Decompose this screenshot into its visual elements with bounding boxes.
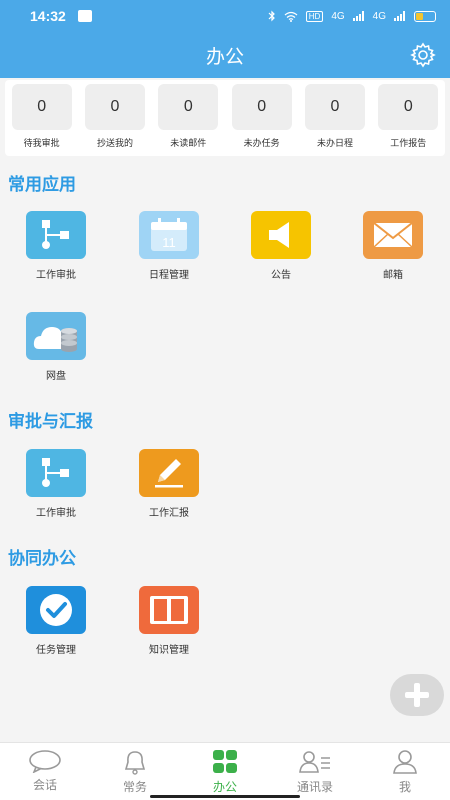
counter-value: 0 <box>231 84 292 130</box>
plus-icon <box>405 683 429 707</box>
app-announcement[interactable]: 公告 <box>236 211 326 281</box>
status-time: 14:32 <box>30 8 66 24</box>
app-notification-icon <box>77 10 92 22</box>
battery-fill <box>416 12 424 20</box>
app-label: 公告 <box>271 270 291 281</box>
check-icon <box>40 594 72 626</box>
app-schedule[interactable]: 11 日程管理 <box>124 211 214 281</box>
tab-affairs[interactable]: 常务 <box>90 743 180 800</box>
app-work-approval[interactable]: 工作审批 <box>11 211 101 281</box>
bluetooth-icon <box>268 10 275 22</box>
app-knowledge-management[interactable]: 知识管理 <box>124 586 214 656</box>
counter-value: 0 <box>158 84 219 130</box>
counter-panel: 0 待我审批 0 抄送我的 0 未读邮件 0 未办任务 0 未办日程 0 工作报告 <box>5 80 445 156</box>
tab-label: 常务 <box>122 780 147 794</box>
app-mailbox[interactable]: 邮箱 <box>348 211 438 281</box>
counter-label: 未办任务 <box>243 138 280 148</box>
signal-b-label: 4G <box>372 10 386 22</box>
app-label: 任务管理 <box>36 645 76 656</box>
app-work-approval-2[interactable]: 工作审批 <box>11 449 101 519</box>
tab-office[interactable]: 办公 <box>180 743 270 800</box>
counter-label: 未读邮件 <box>170 138 207 148</box>
app-label: 知识管理 <box>149 645 189 656</box>
counter-label: 抄送我的 <box>96 138 133 148</box>
tile <box>363 211 423 259</box>
tile <box>26 586 86 634</box>
flow-icon <box>42 458 69 487</box>
contacts-icon <box>299 751 330 773</box>
counter-cc-me[interactable]: 0 抄送我的 <box>82 84 148 152</box>
tile <box>139 449 199 497</box>
tile <box>26 211 86 259</box>
cloud-storage-icon <box>33 327 77 352</box>
tab-label: 会话 <box>32 778 57 792</box>
app-label: 邮箱 <box>383 270 403 281</box>
hd-badge: HD <box>305 10 324 22</box>
page-title: 办公 <box>205 46 244 68</box>
gear-icon[interactable] <box>410 42 436 68</box>
status-icons: HD 4G 4G <box>268 10 436 22</box>
status-bar: 14:32 HD 4G 4G <box>0 0 450 32</box>
speaker-icon <box>269 222 289 248</box>
pencil-icon <box>155 459 183 488</box>
tile <box>26 312 86 360</box>
calendar-icon: 11 <box>151 218 187 251</box>
section-title-approval: 审批与汇报 <box>8 412 93 431</box>
signal-a-icon <box>352 11 364 21</box>
app-label: 工作审批 <box>36 508 76 519</box>
tab-label: 我 <box>398 780 411 794</box>
counter-value: 0 <box>11 84 72 130</box>
tab-bar: 会话 常务 办公 通讯录 我 <box>0 742 450 800</box>
counter-pending-tasks[interactable]: 0 未办任务 <box>229 84 295 152</box>
user-icon <box>393 750 417 774</box>
counter-label: 待我审批 <box>23 138 60 148</box>
app-label: 网盘 <box>46 371 66 382</box>
tile: 11 <box>139 211 199 259</box>
mail-icon <box>373 222 413 248</box>
app-task-management[interactable]: 任务管理 <box>11 586 101 656</box>
counter-unread-mail[interactable]: 0 未读邮件 <box>155 84 221 152</box>
counter-pending-schedule[interactable]: 0 未办日程 <box>302 84 368 152</box>
home-indicator[interactable] <box>150 795 300 798</box>
section-title-collab: 协同办公 <box>8 549 76 568</box>
add-button[interactable] <box>390 674 444 716</box>
tile <box>139 586 199 634</box>
wifi-icon <box>284 11 298 22</box>
tab-label: 通讯录 <box>296 780 333 794</box>
app-label: 工作汇报 <box>149 508 189 519</box>
tile <box>251 211 311 259</box>
signal-a-label: 4G <box>331 10 345 22</box>
tab-me[interactable]: 我 <box>360 743 450 800</box>
battery-icon <box>414 10 436 22</box>
section-title-common: 常用应用 <box>8 175 76 194</box>
app-label: 日程管理 <box>149 270 189 281</box>
app-cloud-drive[interactable]: 网盘 <box>11 312 101 382</box>
app-label: 工作审批 <box>36 270 76 281</box>
tile <box>26 449 86 497</box>
tab-label: 办公 <box>212 780 237 794</box>
book-icon <box>150 596 188 624</box>
counter-label: 工作报告 <box>390 138 427 148</box>
bell-icon <box>124 751 146 775</box>
counter-value: 0 <box>304 84 365 130</box>
chat-icon <box>29 750 61 773</box>
counter-value: 0 <box>84 84 145 130</box>
tab-chat[interactable]: 会话 <box>0 743 90 800</box>
counter-pending-approval[interactable]: 0 待我审批 <box>9 84 75 152</box>
calendar-day: 11 <box>162 235 176 250</box>
tab-contacts[interactable]: 通讯录 <box>270 743 360 800</box>
counter-label: 未办日程 <box>316 138 353 148</box>
counter-work-reports[interactable]: 0 工作报告 <box>375 84 441 152</box>
signal-b-icon <box>394 11 405 21</box>
grid-icon <box>213 750 237 773</box>
app-work-report[interactable]: 工作汇报 <box>124 449 214 519</box>
header: 办公 <box>0 32 450 78</box>
flow-icon <box>42 220 69 249</box>
counter-value: 0 <box>378 84 439 130</box>
